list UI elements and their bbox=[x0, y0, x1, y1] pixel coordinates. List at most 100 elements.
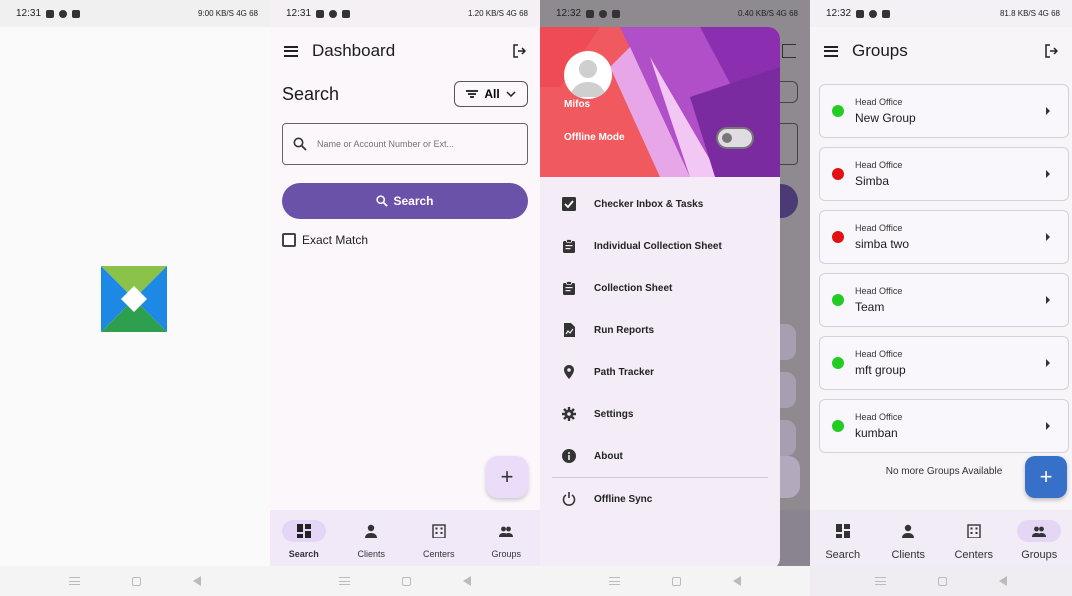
drawer-menu: Checker Inbox & Tasks Individual Collect… bbox=[540, 183, 780, 520]
nav-search[interactable]: Search bbox=[813, 520, 873, 561]
add-fab[interactable]: + bbox=[486, 456, 528, 498]
group-office: Head Office bbox=[855, 97, 903, 107]
home-icon[interactable] bbox=[132, 576, 141, 586]
menu-icon[interactable] bbox=[284, 45, 298, 57]
filter-value: All bbox=[484, 87, 500, 101]
screens: 12:31 9:00 KB/S 4G 68 12:31 1.20 KB/S 4G… bbox=[0, 0, 1072, 596]
scrim-bottom-nav bbox=[776, 510, 810, 566]
search-title: Search bbox=[282, 83, 340, 104]
search-icon bbox=[293, 137, 307, 151]
back-icon[interactable] bbox=[733, 576, 741, 586]
group-card[interactable]: Head Office kumban bbox=[819, 399, 1069, 453]
telegram-icon bbox=[316, 9, 325, 18]
mifos-logo-icon bbox=[101, 266, 167, 332]
user-name: Mifos bbox=[564, 99, 591, 110]
offline-mode-label: Offline Mode bbox=[564, 132, 625, 143]
group-card[interactable]: Head Office simba two bbox=[819, 210, 1069, 264]
offline-mode-toggle[interactable] bbox=[716, 127, 754, 149]
telegram-icon bbox=[856, 9, 865, 18]
menu-item-run-reports[interactable]: Run Reports bbox=[540, 309, 780, 351]
app-icon bbox=[59, 9, 68, 18]
recent-apps-icon[interactable] bbox=[69, 577, 80, 585]
recent-apps-icon[interactable] bbox=[339, 577, 350, 585]
status-dot-icon bbox=[832, 105, 844, 117]
nav-label: Centers bbox=[422, 549, 455, 559]
menu-label: Path Tracker bbox=[594, 366, 655, 378]
status-time: 12:32 bbox=[556, 8, 582, 19]
nav-clients[interactable]: Clients bbox=[878, 520, 938, 561]
back-icon[interactable] bbox=[463, 576, 471, 586]
building-icon bbox=[432, 524, 446, 538]
nav-centers[interactable]: Centers bbox=[944, 520, 1004, 561]
menu-item-offline-sync[interactable]: Offline Sync bbox=[540, 478, 780, 520]
search-field[interactable] bbox=[282, 123, 528, 165]
chevron-right-icon bbox=[1046, 170, 1050, 178]
checkbox[interactable] bbox=[282, 233, 296, 247]
add-group-fab[interactable]: + bbox=[1025, 456, 1067, 498]
avatar-person-icon bbox=[570, 60, 606, 97]
group-card[interactable]: Head Office Simba bbox=[819, 147, 1069, 201]
status-info: 9:00 KB/S 4G 68 bbox=[197, 9, 258, 18]
search-input[interactable] bbox=[317, 139, 507, 149]
group-name: Team bbox=[855, 300, 885, 314]
group-card[interactable]: Head Office New Group bbox=[819, 84, 1069, 138]
back-icon[interactable] bbox=[999, 576, 1007, 586]
menu-label: Run Reports bbox=[594, 324, 654, 336]
home-icon[interactable] bbox=[938, 576, 947, 586]
scrim-logout-icon bbox=[782, 44, 796, 58]
menu-item-individual-collection-sheet[interactable]: Individual Collection Sheet bbox=[540, 225, 780, 267]
menu-label: Collection Sheet bbox=[594, 282, 673, 294]
group-icon bbox=[499, 526, 514, 537]
exact-match-label: Exact Match bbox=[302, 233, 369, 247]
filter-icon bbox=[466, 90, 479, 98]
status-time: 12:31 bbox=[16, 8, 42, 19]
status-info: 81.8 KB/S 4G 68 bbox=[999, 9, 1060, 18]
chevron-down-icon bbox=[506, 91, 516, 97]
group-card[interactable]: Head Office mft group bbox=[819, 336, 1069, 390]
logout-icon[interactable] bbox=[512, 44, 526, 58]
info-icon bbox=[562, 449, 576, 463]
nav-groups[interactable]: Groups bbox=[476, 520, 536, 559]
menu-item-settings[interactable]: Settings bbox=[540, 393, 780, 435]
group-name: simba two bbox=[855, 237, 910, 251]
menu-item-path-tracker[interactable]: Path Tracker bbox=[540, 351, 780, 393]
search-button-label: Search bbox=[393, 194, 434, 208]
clipboard-icon bbox=[563, 239, 575, 253]
home-icon[interactable] bbox=[672, 576, 681, 586]
system-nav-bar bbox=[810, 566, 1072, 596]
status-dot-icon bbox=[832, 420, 844, 432]
logout-icon[interactable] bbox=[1044, 44, 1058, 58]
nav-search[interactable]: Search bbox=[274, 520, 334, 559]
menu-label: Individual Collection Sheet bbox=[594, 240, 722, 252]
menu-item-checker-inbox[interactable]: Checker Inbox & Tasks bbox=[540, 183, 780, 225]
status-info: 0.40 KB/S 4G 68 bbox=[737, 9, 798, 18]
group-office: Head Office bbox=[855, 349, 903, 359]
menu-icon[interactable] bbox=[824, 45, 838, 57]
menu-item-collection-sheet[interactable]: Collection Sheet bbox=[540, 267, 780, 309]
back-icon[interactable] bbox=[193, 576, 201, 586]
system-nav-bar bbox=[0, 566, 270, 596]
chevron-right-icon bbox=[1046, 296, 1050, 304]
status-dot-icon bbox=[832, 294, 844, 306]
search-icon bbox=[376, 195, 389, 207]
nav-centers[interactable]: Centers bbox=[409, 520, 469, 559]
group-card[interactable]: Head Office Team bbox=[819, 273, 1069, 327]
recent-apps-icon[interactable] bbox=[609, 577, 620, 585]
menu-item-about[interactable]: About bbox=[540, 435, 780, 477]
nav-clients[interactable]: Clients bbox=[341, 520, 401, 559]
recent-apps-icon[interactable] bbox=[875, 577, 886, 585]
person-icon bbox=[365, 524, 378, 538]
home-icon[interactable] bbox=[402, 576, 411, 586]
dashboard-icon bbox=[835, 524, 850, 538]
search-button[interactable]: Search bbox=[282, 183, 528, 219]
exact-match-checkbox[interactable]: Exact Match bbox=[282, 233, 368, 247]
status-time: 12:32 bbox=[826, 8, 852, 19]
warning-icon bbox=[342, 9, 351, 18]
navigation-drawer: Mifos Offline Mode Checker Inbox & Tasks… bbox=[540, 27, 780, 570]
nav-label: Centers bbox=[954, 549, 994, 561]
filter-dropdown[interactable]: All bbox=[454, 81, 528, 107]
location-icon bbox=[564, 365, 574, 379]
dashboard-screen: 12:31 1.20 KB/S 4G 68 Dashboard Search A… bbox=[270, 0, 540, 596]
nav-groups[interactable]: Groups bbox=[1009, 520, 1069, 561]
group-name: kumban bbox=[855, 426, 898, 440]
